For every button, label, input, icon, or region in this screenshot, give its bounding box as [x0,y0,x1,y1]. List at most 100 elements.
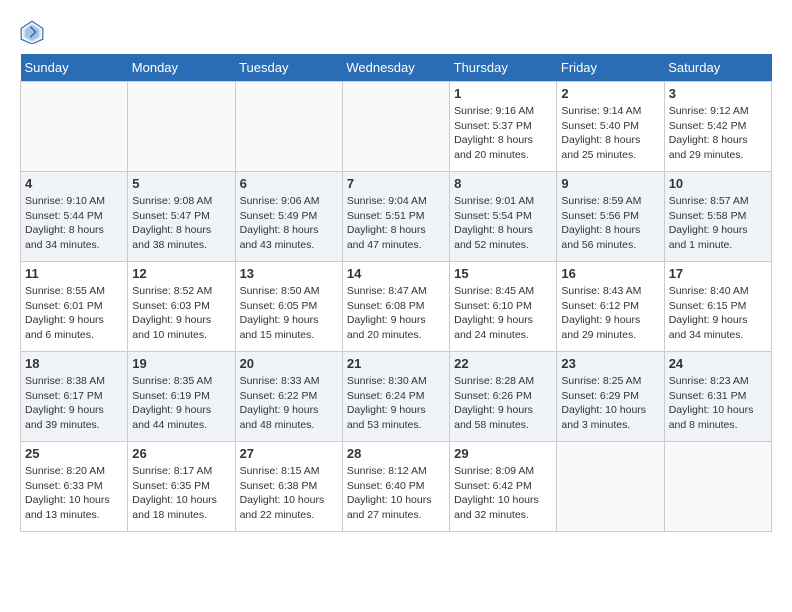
day-number: 28 [347,446,445,461]
day-info: Sunrise: 8:52 AMSunset: 6:03 PMDaylight:… [132,284,230,343]
day-info: Sunrise: 8:25 AMSunset: 6:29 PMDaylight:… [561,374,659,433]
day-number: 10 [669,176,767,191]
calendar-day-cell [664,442,771,532]
calendar-day-cell: 9 Sunrise: 8:59 AMSunset: 5:56 PMDaylight… [557,172,664,262]
day-number: 18 [25,356,123,371]
calendar-day-cell: 22 Sunrise: 8:28 AMSunset: 6:26 PMDayligh… [450,352,557,442]
day-number: 27 [240,446,338,461]
day-info: Sunrise: 8:57 AMSunset: 5:58 PMDaylight:… [669,194,767,253]
calendar-day-cell: 27 Sunrise: 8:15 AMSunset: 6:38 PMDayligh… [235,442,342,532]
logo-icon [20,20,44,44]
day-info: Sunrise: 8:17 AMSunset: 6:35 PMDaylight:… [132,464,230,523]
day-info: Sunrise: 8:12 AMSunset: 6:40 PMDaylight:… [347,464,445,523]
calendar-day-cell: 13 Sunrise: 8:50 AMSunset: 6:05 PMDayligh… [235,262,342,352]
calendar-day-cell: 19 Sunrise: 8:35 AMSunset: 6:19 PMDayligh… [128,352,235,442]
calendar-day-cell: 28 Sunrise: 8:12 AMSunset: 6:40 PMDayligh… [342,442,449,532]
calendar-day-cell: 7 Sunrise: 9:04 AMSunset: 5:51 PMDaylight… [342,172,449,262]
calendar-day-cell: 29Sunrise: 8:09 AMSunset: 6:42 PMDayligh… [450,442,557,532]
calendar-week-row: 11 Sunrise: 8:55 AMSunset: 6:01 PMDayligh… [21,262,772,352]
calendar-day-cell: 14 Sunrise: 8:47 AMSunset: 6:08 PMDayligh… [342,262,449,352]
day-info: Sunrise: 8:15 AMSunset: 6:38 PMDaylight:… [240,464,338,523]
calendar-day-cell: 8 Sunrise: 9:01 AMSunset: 5:54 PMDaylight… [450,172,557,262]
calendar-day-cell: 24 Sunrise: 8:23 AMSunset: 6:31 PMDayligh… [664,352,771,442]
weekday-header: Tuesday [235,54,342,82]
day-number: 14 [347,266,445,281]
day-number: 4 [25,176,123,191]
calendar-day-cell: 18 Sunrise: 8:38 AMSunset: 6:17 PMDayligh… [21,352,128,442]
day-number: 3 [669,86,767,101]
calendar-week-row: 25 Sunrise: 8:20 AMSunset: 6:33 PMDayligh… [21,442,772,532]
day-number: 2 [561,86,659,101]
day-number: 26 [132,446,230,461]
day-info: Sunrise: 9:06 AMSunset: 5:49 PMDaylight:… [240,194,338,253]
day-number: 13 [240,266,338,281]
day-number: 9 [561,176,659,191]
day-info: Sunrise: 8:47 AMSunset: 6:08 PMDaylight:… [347,284,445,343]
calendar-day-cell: 2 Sunrise: 9:14 AMSunset: 5:40 PMDaylight… [557,82,664,172]
calendar-day-cell: 26 Sunrise: 8:17 AMSunset: 6:35 PMDayligh… [128,442,235,532]
day-number: 22 [454,356,552,371]
day-number: 24 [669,356,767,371]
weekday-header: Sunday [21,54,128,82]
calendar-day-cell: 23 Sunrise: 8:25 AMSunset: 6:29 PMDayligh… [557,352,664,442]
day-number: 6 [240,176,338,191]
calendar-week-row: 4 Sunrise: 9:10 AMSunset: 5:44 PMDaylight… [21,172,772,262]
day-number: 29 [454,446,552,461]
day-info: Sunrise: 8:55 AMSunset: 6:01 PMDaylight:… [25,284,123,343]
calendar-day-cell [235,82,342,172]
day-info: Sunrise: 9:01 AMSunset: 5:54 PMDaylight:… [454,194,552,253]
calendar-day-cell: 10 Sunrise: 8:57 AMSunset: 5:58 PMDayligh… [664,172,771,262]
day-number: 8 [454,176,552,191]
calendar-day-cell: 1 Sunrise: 9:16 AMSunset: 5:37 PMDaylight… [450,82,557,172]
day-info: Sunrise: 8:33 AMSunset: 6:22 PMDaylight:… [240,374,338,433]
weekday-header: Saturday [664,54,771,82]
day-number: 16 [561,266,659,281]
day-info: Sunrise: 8:45 AMSunset: 6:10 PMDaylight:… [454,284,552,343]
day-number: 7 [347,176,445,191]
day-info: Sunrise: 8:40 AMSunset: 6:15 PMDaylight:… [669,284,767,343]
day-number: 19 [132,356,230,371]
day-info: Sunrise: 8:30 AMSunset: 6:24 PMDaylight:… [347,374,445,433]
weekday-header: Monday [128,54,235,82]
day-info: Sunrise: 8:59 AMSunset: 5:56 PMDaylight:… [561,194,659,253]
day-number: 12 [132,266,230,281]
calendar-day-cell [342,82,449,172]
calendar-day-cell: 6 Sunrise: 9:06 AMSunset: 5:49 PMDaylight… [235,172,342,262]
day-info: Sunrise: 8:28 AMSunset: 6:26 PMDaylight:… [454,374,552,433]
weekday-header: Wednesday [342,54,449,82]
day-info: Sunrise: 9:14 AMSunset: 5:40 PMDaylight:… [561,104,659,163]
day-number: 23 [561,356,659,371]
day-info: Sunrise: 8:50 AMSunset: 6:05 PMDaylight:… [240,284,338,343]
weekday-header: Thursday [450,54,557,82]
calendar-day-cell: 12 Sunrise: 8:52 AMSunset: 6:03 PMDayligh… [128,262,235,352]
calendar-day-cell: 17Sunrise: 8:40 AMSunset: 6:15 PMDayligh… [664,262,771,352]
calendar-day-cell: 25 Sunrise: 8:20 AMSunset: 6:33 PMDayligh… [21,442,128,532]
calendar-week-row: 18 Sunrise: 8:38 AMSunset: 6:17 PMDayligh… [21,352,772,442]
day-number: 11 [25,266,123,281]
day-info: Sunrise: 9:10 AMSunset: 5:44 PMDaylight:… [25,194,123,253]
calendar-day-cell: 15 Sunrise: 8:45 AMSunset: 6:10 PMDayligh… [450,262,557,352]
weekday-header: Friday [557,54,664,82]
day-info: Sunrise: 9:08 AMSunset: 5:47 PMDaylight:… [132,194,230,253]
calendar-table: SundayMondayTuesdayWednesdayThursdayFrid… [20,54,772,532]
day-info: Sunrise: 9:04 AMSunset: 5:51 PMDaylight:… [347,194,445,253]
day-info: Sunrise: 8:35 AMSunset: 6:19 PMDaylight:… [132,374,230,433]
calendar-day-cell: 3 Sunrise: 9:12 AMSunset: 5:42 PMDaylight… [664,82,771,172]
day-info: Sunrise: 8:38 AMSunset: 6:17 PMDaylight:… [25,374,123,433]
day-number: 21 [347,356,445,371]
day-number: 1 [454,86,552,101]
calendar-day-cell: 16 Sunrise: 8:43 AMSunset: 6:12 PMDayligh… [557,262,664,352]
day-info: Sunrise: 9:12 AMSunset: 5:42 PMDaylight:… [669,104,767,163]
calendar-day-cell: 5 Sunrise: 9:08 AMSunset: 5:47 PMDaylight… [128,172,235,262]
calendar-header-row: SundayMondayTuesdayWednesdayThursdayFrid… [21,54,772,82]
day-number: 5 [132,176,230,191]
day-info: Sunrise: 8:20 AMSunset: 6:33 PMDaylight:… [25,464,123,523]
day-info: Sunrise: 8:43 AMSunset: 6:12 PMDaylight:… [561,284,659,343]
day-number: 25 [25,446,123,461]
calendar-day-cell [128,82,235,172]
calendar-day-cell [21,82,128,172]
day-info: Sunrise: 8:23 AMSunset: 6:31 PMDaylight:… [669,374,767,433]
day-number: 20 [240,356,338,371]
day-number: 15 [454,266,552,281]
day-info: Sunrise: 9:16 AMSunset: 5:37 PMDaylight:… [454,104,552,163]
